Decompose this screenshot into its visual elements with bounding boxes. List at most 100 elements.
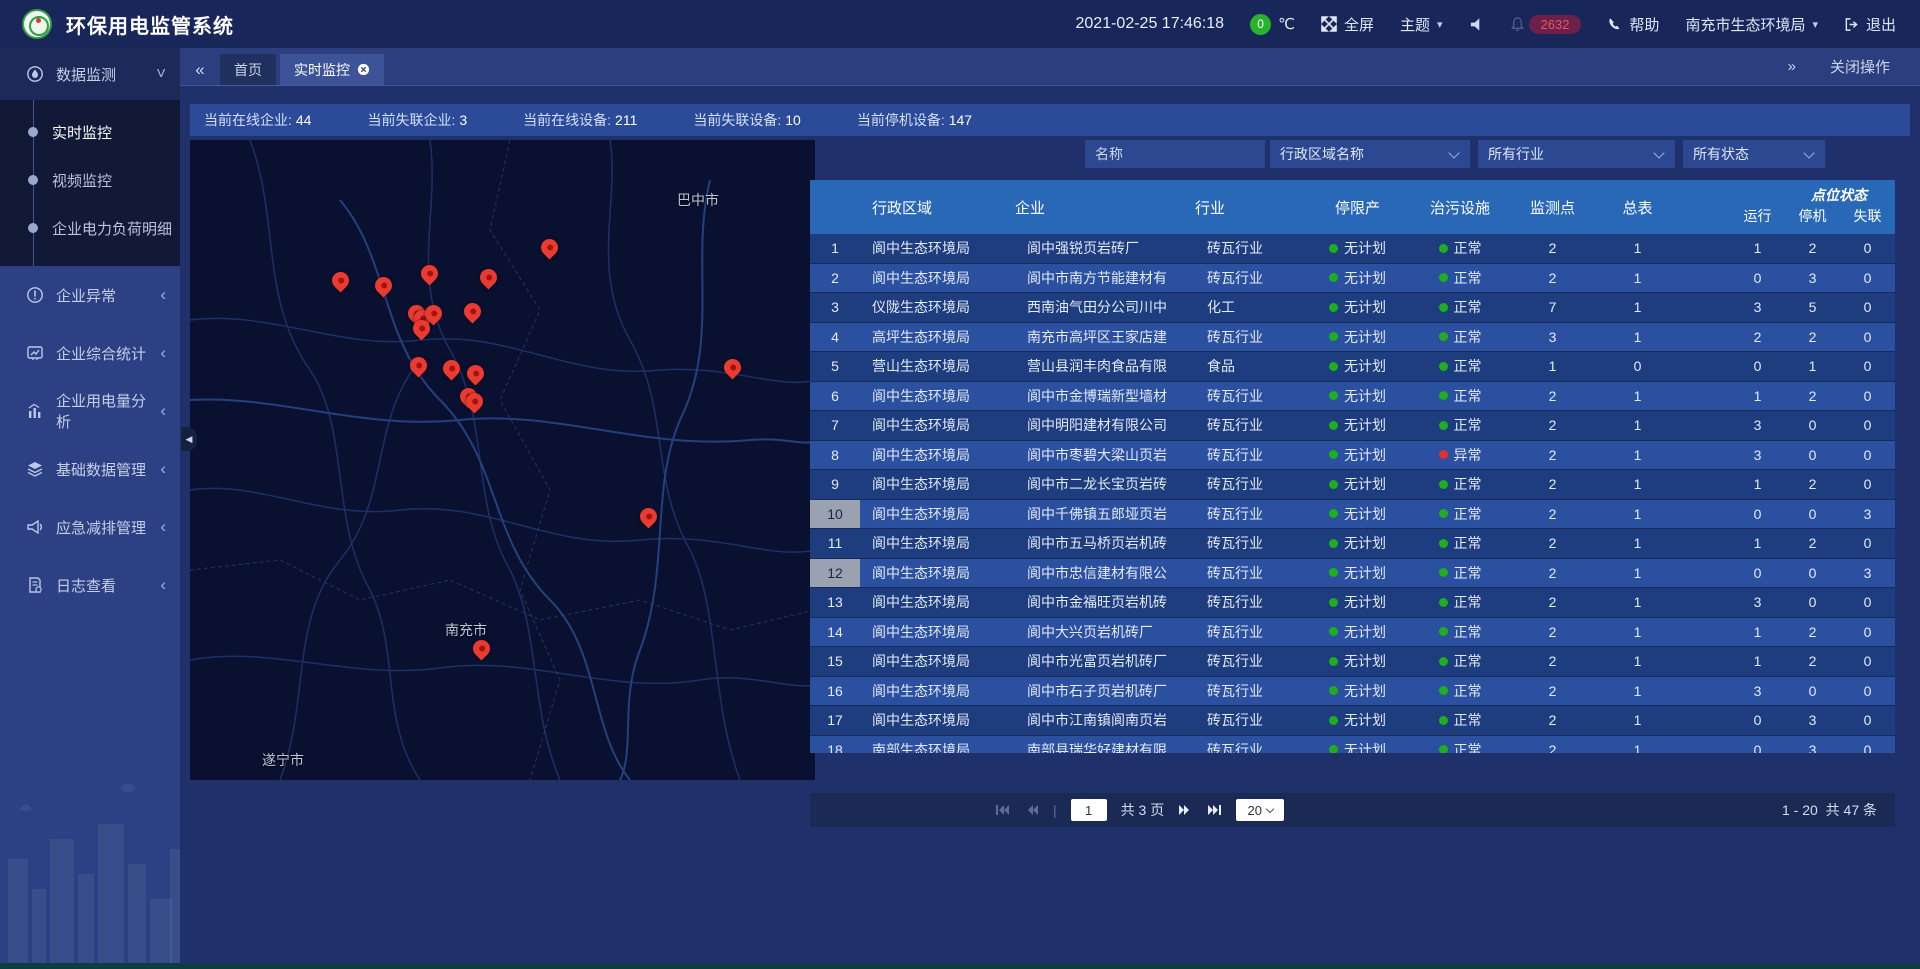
facility-status: 正常: [1410, 559, 1510, 588]
cell-lost: 0: [1840, 647, 1895, 676]
pagination-bar: | 共 3 页 20 1 - 20 共 47 条: [810, 793, 1895, 827]
sidebar-group-1[interactable]: 企业异常‹: [0, 266, 180, 324]
limit-status: 无计划: [1305, 559, 1410, 588]
fullscreen-button[interactable]: 全屏: [1321, 14, 1374, 35]
tabs-scroll-right-button[interactable]: »: [1788, 58, 1796, 75]
cell-meter: 1: [1595, 323, 1680, 352]
facility-status: 正常: [1410, 293, 1510, 322]
cell-run: 1: [1730, 647, 1785, 676]
chevron-down-icon: [1448, 147, 1459, 158]
table-row[interactable]: 1阆中生态环境局阆中强锐页岩砖厂砖瓦行业无计划正常21120: [810, 234, 1895, 264]
stats-icon: [26, 344, 44, 362]
table-row[interactable]: 18南部生态环境局南部县瑞华好建材有限砖瓦行业无计划正常21030: [810, 736, 1895, 754]
first-page-button[interactable]: [995, 803, 1011, 817]
sidebar-group-5[interactable]: 应急减排管理‹: [0, 498, 180, 556]
table-row[interactable]: 2阆中生态环境局阆中市南方节能建材有砖瓦行业无计划正常21030: [810, 264, 1895, 294]
sidebar-group-4[interactable]: 基础数据管理‹: [0, 440, 180, 498]
cell-region: 阆中生态环境局: [860, 677, 1015, 706]
table-row[interactable]: 4高坪生态环境局南充市高坪区王家店建砖瓦行业无计划正常31220: [810, 323, 1895, 353]
map-panel[interactable]: 巴中市南充市遂宁市: [190, 140, 815, 780]
next-page-button[interactable]: [1178, 803, 1192, 817]
sidebar-item-1[interactable]: 视频监控: [0, 156, 180, 204]
region-filter-select[interactable]: 行政区域名称: [1270, 140, 1470, 168]
cell-monitor: 2: [1510, 234, 1595, 263]
cell-stop: 1: [1785, 352, 1840, 381]
table-row[interactable]: 3仪陇生态环境局西南油气田分公司川中化工无计划正常71350: [810, 293, 1895, 323]
notifications-button[interactable]: 2632: [1510, 15, 1582, 34]
last-page-button[interactable]: [1206, 803, 1222, 817]
status-dot-green: [1439, 332, 1448, 341]
theme-dropdown[interactable]: 主题▾: [1400, 14, 1443, 35]
cell-num: 5: [810, 352, 860, 381]
cell-monitor: 2: [1510, 441, 1595, 470]
industry-filter-select[interactable]: 所有行业: [1478, 140, 1675, 168]
table-row[interactable]: 6阆中生态环境局阆中市金博瑞新型墙材砖瓦行业无计划正常21120: [810, 382, 1895, 412]
help-button[interactable]: 帮助: [1607, 14, 1659, 35]
limit-status: 无计划: [1305, 470, 1410, 499]
sidebar-group-3[interactable]: 企业用电量分析‹: [0, 382, 180, 440]
cell-monitor: 1: [1510, 352, 1595, 381]
cell-region: 阆中生态环境局: [860, 264, 1015, 293]
tab-1[interactable]: 实时监控: [280, 54, 384, 85]
sidebar-item-2[interactable]: 企业电力负荷明细: [0, 204, 180, 252]
facility-status: 正常: [1410, 706, 1510, 735]
sidebar-group-0[interactable]: 数据监测˅: [0, 48, 180, 100]
table-row[interactable]: 9阆中生态环境局阆中市二龙长宝页岩砖砖瓦行业无计划正常21120: [810, 470, 1895, 500]
status-dot-green: [1439, 244, 1448, 253]
table-row[interactable]: 17阆中生态环境局阆中市江南镇阆南页岩砖瓦行业无计划正常21030: [810, 706, 1895, 736]
status-filter-select[interactable]: 所有状态: [1683, 140, 1825, 168]
status-dot-green: [1439, 362, 1448, 371]
table-row[interactable]: 11阆中生态环境局阆中市五马桥页岩机砖砖瓦行业无计划正常21120: [810, 529, 1895, 559]
table-row[interactable]: 12阆中生态环境局阆中市忠信建材有限公砖瓦行业无计划正常21003: [810, 559, 1895, 589]
table-row[interactable]: 7阆中生态环境局阆中明阳建材有限公司砖瓦行业无计划正常21300: [810, 411, 1895, 441]
table-row[interactable]: 8阆中生态环境局阆中市枣碧大梁山页岩砖瓦行业无计划异常21300: [810, 441, 1895, 471]
table-row[interactable]: 5营山生态环境局营山县润丰肉食品有限食品无计划正常10010: [810, 352, 1895, 382]
tab-0[interactable]: 首页: [220, 54, 276, 85]
logout-button[interactable]: 退出: [1844, 14, 1896, 35]
cell-meter: 1: [1595, 382, 1680, 411]
sidebar-group-2[interactable]: 企业综合统计‹: [0, 324, 180, 382]
map-collapse-handle[interactable]: ◀: [181, 427, 197, 451]
col-index: [810, 180, 860, 234]
cell-company: 南部县瑞华好建材有限: [1015, 736, 1195, 754]
page-size-select[interactable]: 20: [1236, 799, 1284, 821]
cell-num: 1: [810, 234, 860, 263]
facility-status: 正常: [1410, 588, 1510, 617]
sidebar-item-0[interactable]: 实时监控: [0, 108, 180, 156]
cell-monitor: 2: [1510, 588, 1595, 617]
close-icon[interactable]: [357, 63, 370, 76]
table-row[interactable]: 13阆中生态环境局阆中市金福旺页岩机砖砖瓦行业无计划正常21300: [810, 588, 1895, 618]
sound-button[interactable]: [1469, 17, 1484, 32]
limit-status: 无计划: [1305, 529, 1410, 558]
cell-industry: 砖瓦行业: [1195, 677, 1305, 706]
name-filter[interactable]: [1085, 140, 1265, 168]
cell-company: 阆中市光富页岩机砖厂: [1015, 647, 1195, 676]
chevron-down-icon: ▾: [1812, 18, 1818, 31]
facility-status: 正常: [1410, 500, 1510, 529]
table-row[interactable]: 16阆中生态环境局阆中市石子页岩机砖厂砖瓦行业无计划正常21300: [810, 677, 1895, 707]
cell-region: 阆中生态环境局: [860, 618, 1015, 647]
cell-meter: 1: [1595, 411, 1680, 440]
cell-num: 18: [810, 736, 860, 754]
cell-run: 0: [1730, 500, 1785, 529]
table-row[interactable]: 10阆中生态环境局阆中千佛镇五郎垭页岩砖瓦行业无计划正常21003: [810, 500, 1895, 530]
sidebar-group-6[interactable]: 日志查看‹: [0, 556, 180, 614]
facility-status: 正常: [1410, 618, 1510, 647]
cell-num: 9: [810, 470, 860, 499]
page-number-input[interactable]: [1071, 799, 1107, 821]
table-row[interactable]: 15阆中生态环境局阆中市光富页岩机砖厂砖瓦行业无计划正常21120: [810, 647, 1895, 677]
user-org-dropdown[interactable]: 南充市生态环境局▾: [1685, 14, 1818, 35]
cell-lost: 3: [1840, 559, 1895, 588]
cell-monitor: 2: [1510, 264, 1595, 293]
tabs-scroll-left-button[interactable]: «: [180, 55, 220, 85]
status-dot-green: [1439, 657, 1448, 666]
cell-run: 0: [1730, 264, 1785, 293]
close-operations-button[interactable]: 关闭操作: [1830, 56, 1890, 77]
name-filter-input[interactable]: [1095, 146, 1255, 162]
table-row[interactable]: 14阆中生态环境局阆中大兴页岩机砖厂砖瓦行业无计划正常21120: [810, 618, 1895, 648]
speaker-icon: [1469, 17, 1484, 32]
cell-run: 0: [1730, 706, 1785, 735]
status-dot-green: [1439, 509, 1448, 518]
cell-company: 阆中市五马桥页岩机砖: [1015, 529, 1195, 558]
prev-page-button[interactable]: [1025, 803, 1039, 817]
